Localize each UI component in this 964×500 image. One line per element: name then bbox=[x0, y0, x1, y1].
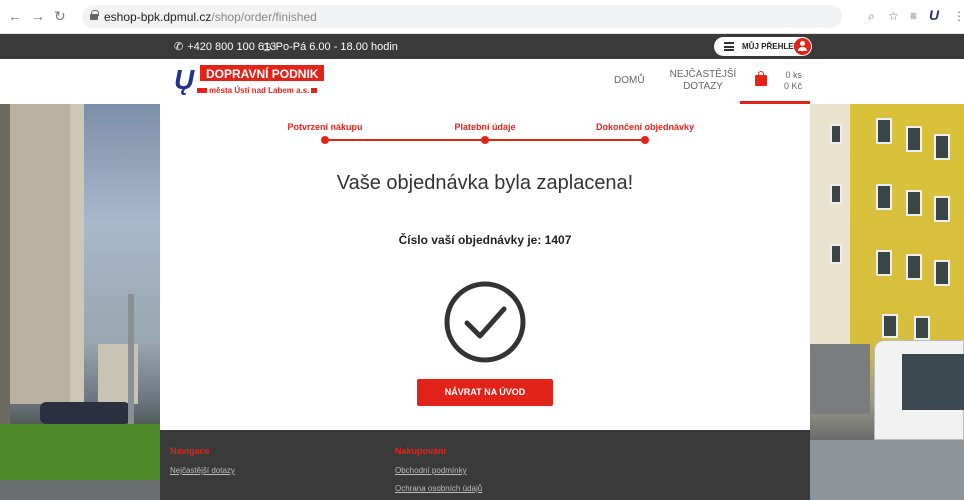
footer-link-terms[interactable]: Obchodní podmínky bbox=[395, 466, 467, 475]
shopping-bag-icon bbox=[755, 71, 767, 86]
nav-home[interactable]: DOMŮ bbox=[614, 75, 645, 86]
more-menu-icon[interactable]: ⋮ bbox=[953, 9, 964, 23]
contact-bar: ✆ +420 800 100 613 ◷ Po-Pá 6.00 - 18.00 ho… bbox=[0, 34, 964, 59]
step-dot bbox=[481, 136, 489, 144]
address-bar[interactable]: eshop-bpk.dpmul.cz/shop/order/finished bbox=[82, 5, 842, 28]
url-text: eshop-bpk.dpmul.cz/shop/order/finished bbox=[104, 10, 317, 24]
logo-mark-icon[interactable]: Ų bbox=[174, 62, 196, 96]
reload-icon[interactable]: ↻ bbox=[54, 8, 66, 24]
logo-title-box[interactable]: DOPRAVNÍ PODNIK bbox=[200, 65, 325, 81]
background-photo-right bbox=[810, 104, 964, 500]
bookmark-star-icon[interactable]: ☆ bbox=[888, 9, 899, 23]
my-overview-label: MŮJ PŘEHLED bbox=[742, 42, 800, 51]
contact-phone[interactable]: ✆ +420 800 100 613 bbox=[174, 40, 276, 53]
my-overview-button[interactable]: MŮJ PŘEHLED bbox=[714, 37, 812, 56]
phone-icon: ✆ bbox=[174, 41, 184, 53]
nav-faq-line1: NEJČASTĚJŠÍ bbox=[669, 69, 737, 80]
step-label: Potvrzení nákupu bbox=[287, 122, 363, 132]
nav-faq-line2: DOTAZY bbox=[683, 81, 723, 92]
logo-subtitle: města Ústí nad Labem a.s. bbox=[197, 86, 318, 95]
footer-shopping-heading: Nakupování bbox=[395, 446, 447, 456]
extension-logo-icon[interactable]: U bbox=[929, 7, 939, 23]
browser-toolbar: ← → ↻ eshop-bpk.dpmul.cz/shop/order/fini… bbox=[0, 0, 964, 34]
cart-total: 0 Kč bbox=[783, 81, 802, 91]
back-to-home-button[interactable]: NÁVRAT NA ÚVOD bbox=[417, 379, 553, 406]
site-footer: Navigace Nejčastější dotazy Nakupování O… bbox=[160, 430, 810, 500]
footer-link-privacy[interactable]: Ochrana osobních údajů bbox=[395, 484, 482, 493]
contact-hours: ◷ Po-Pá 6.00 - 18.00 hodin bbox=[262, 41, 398, 53]
list-icon bbox=[724, 42, 734, 51]
step-label: Dokončení objednávky bbox=[595, 122, 695, 132]
forward-arrow-icon[interactable]: → bbox=[31, 8, 45, 24]
back-arrow-icon[interactable]: ← bbox=[8, 8, 22, 24]
clock-icon: ◷ bbox=[262, 41, 272, 53]
logo-title: DOPRAVNÍ PODNIK bbox=[206, 67, 319, 81]
nav-faq[interactable]: NEJČASTĚJŠÍ DOTAZY bbox=[668, 69, 738, 93]
step-dot bbox=[321, 136, 329, 144]
step-dot bbox=[641, 136, 649, 144]
cart-count: 0 ks bbox=[785, 70, 802, 80]
site-header: Ų DOPRAVNÍ PODNIK města Ústí nad Labem a… bbox=[0, 59, 964, 104]
footer-link-faq[interactable]: Nejčastější dotazy bbox=[170, 466, 235, 475]
order-number-text: Číslo vaší objednávky je: 1407 bbox=[398, 233, 572, 247]
step-label: Platební údaje bbox=[454, 122, 516, 132]
reading-list-icon[interactable]: ≡ bbox=[910, 9, 917, 23]
footer-nav-heading: Navigace bbox=[170, 446, 210, 456]
cart-button[interactable]: 0 ks 0 Kč bbox=[740, 59, 810, 104]
checkmark-circle-icon bbox=[444, 281, 526, 363]
checkout-steps: Potvrzení nákupu Platební údaje Dokončen… bbox=[160, 122, 810, 152]
page-title: Vaše objednávka byla zaplacena! bbox=[336, 172, 634, 194]
zoom-icon[interactable]: ⌕ bbox=[868, 9, 875, 23]
lock-icon bbox=[90, 10, 99, 20]
user-icon bbox=[794, 38, 811, 55]
background-photo-left bbox=[0, 104, 160, 500]
